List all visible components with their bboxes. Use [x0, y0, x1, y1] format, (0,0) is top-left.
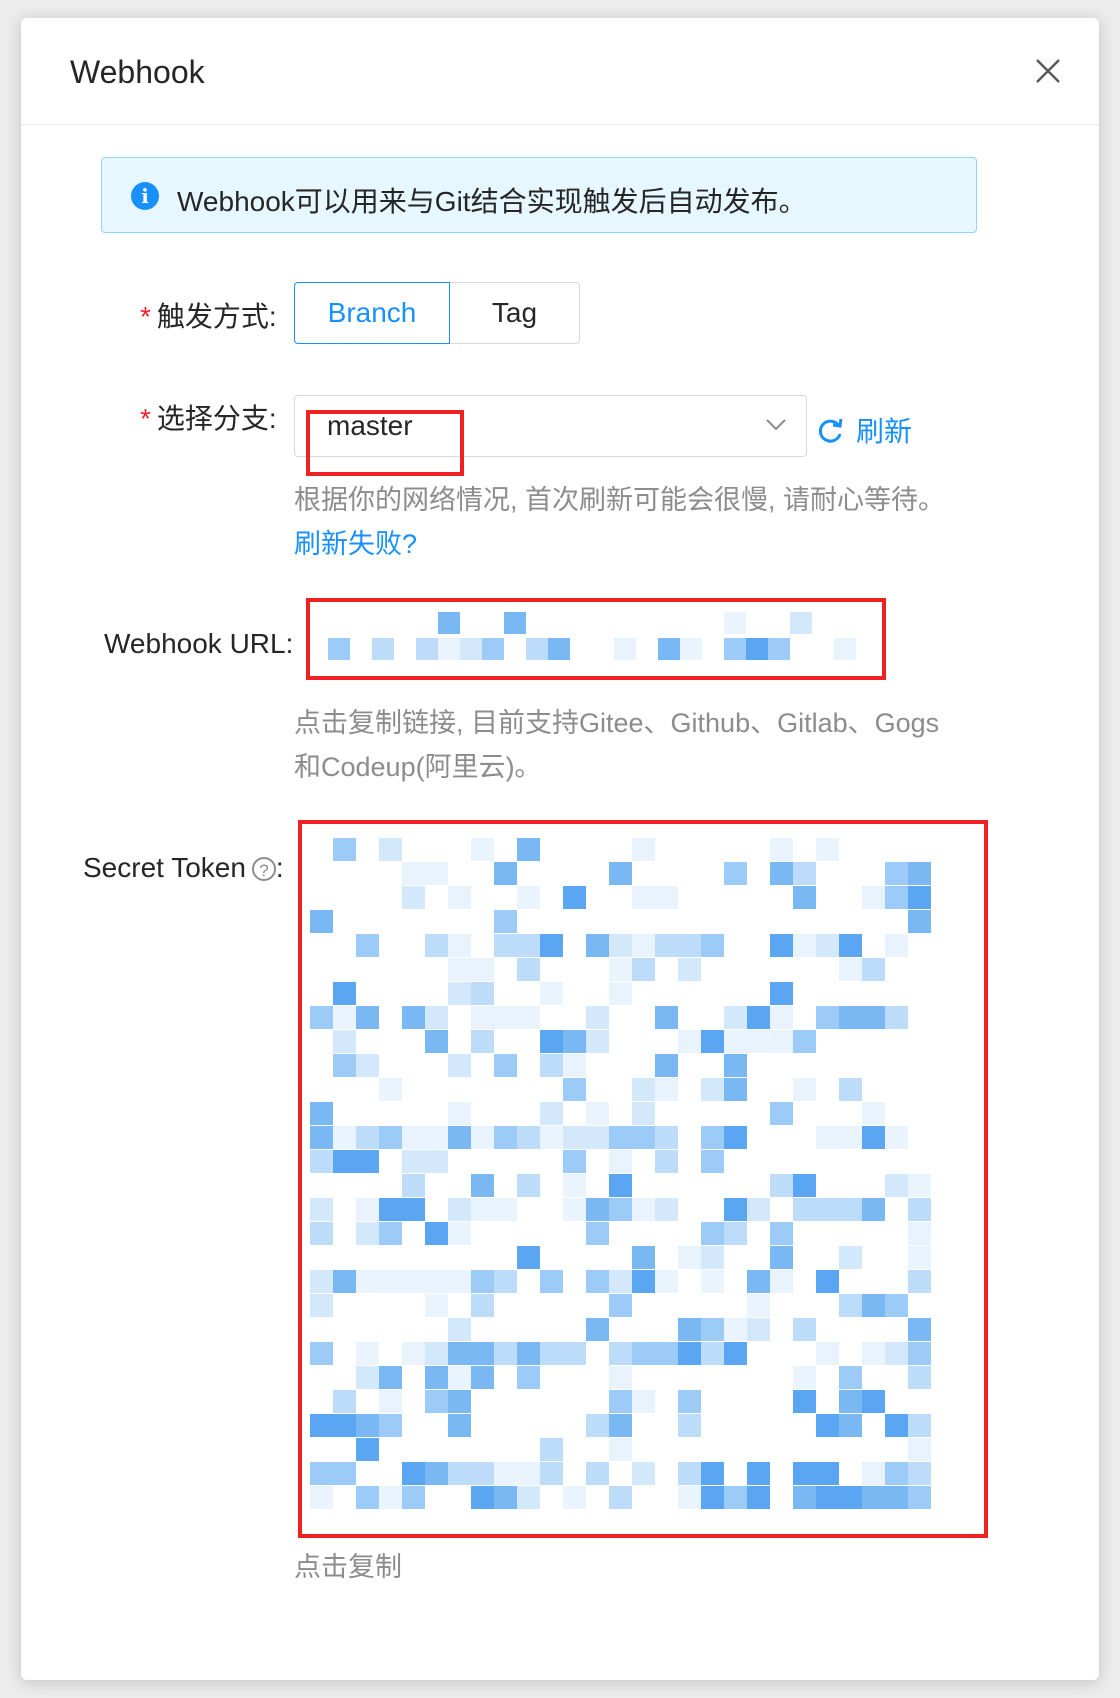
webhook-url-help: 点击复制链接, 目前支持Gitee、Github、Gitlab、Gogs和Cod…: [294, 708, 940, 782]
refresh-failed-link[interactable]: 刷新失败?: [294, 529, 417, 559]
annotation-box-token: [298, 820, 988, 1538]
copy-hint: 点击复制: [294, 1552, 402, 1582]
info-circle-icon: i: [131, 182, 159, 210]
close-icon[interactable]: [1035, 58, 1061, 84]
branch-help: 根据你的网络情况, 首次刷新可能会很慢, 请耐心等待。刷新失败?: [294, 485, 946, 559]
chevron-down-icon: [766, 419, 786, 431]
trigger-option-branch[interactable]: Branch: [294, 282, 450, 344]
trigger-option-tag[interactable]: Tag: [449, 282, 580, 344]
info-alert: i Webhook可以用来与Git结合实现触发后自动发布。: [101, 157, 977, 233]
refresh-icon: [818, 418, 843, 443]
annotation-box-url: [306, 598, 886, 680]
branch-label: * 选择分支:: [140, 403, 277, 434]
alert-text: Webhook可以用来与Git结合实现触发后自动发布。: [177, 186, 807, 217]
question-circle-icon[interactable]: ?: [251, 857, 276, 881]
secret-token-label: Secret Token?:: [83, 852, 284, 883]
webhook-url-label: Webhook URL:: [104, 628, 294, 659]
trigger-label: * 触发方式:: [140, 301, 277, 332]
modal-header: Webhook: [21, 18, 1099, 125]
modal-title: Webhook: [70, 54, 205, 90]
refresh-button[interactable]: 刷新: [816, 410, 912, 450]
annotation-box-branch: [306, 410, 464, 476]
